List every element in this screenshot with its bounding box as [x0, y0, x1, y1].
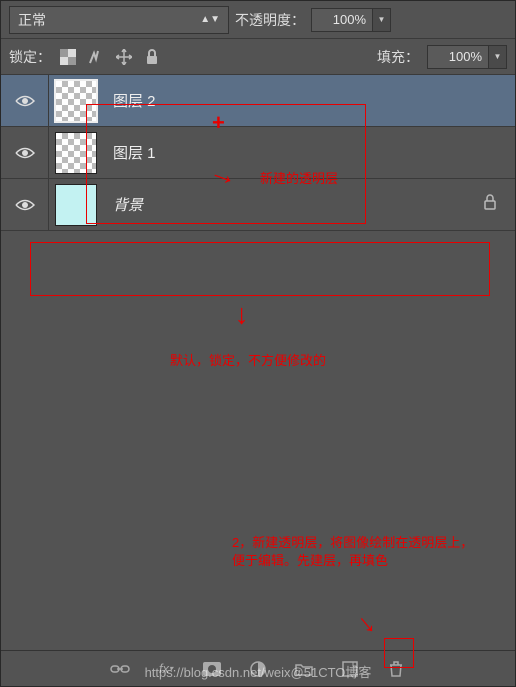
blend-mode-value: 正常 — [18, 10, 46, 30]
layers-panel: 正常 ▲▼ 不透明度： 100% ▼ 锁定： 填充： 100 — [0, 0, 516, 687]
lock-label: 锁定： — [9, 47, 51, 67]
lock-icon — [483, 194, 497, 215]
layer-name[interactable]: 图层 2 — [113, 90, 515, 111]
fill-field[interactable]: 100% ▼ — [427, 45, 507, 69]
adjustment-layer-icon[interactable] — [247, 658, 269, 680]
delete-layer-icon[interactable] — [385, 658, 407, 680]
blend-mode-select[interactable]: 正常 ▲▼ — [9, 6, 229, 34]
layer-row[interactable]: 图层 1 — [1, 127, 515, 179]
fx-icon[interactable]: fx ▾ — [155, 658, 177, 680]
layer-name[interactable]: 背景 — [113, 194, 483, 215]
lock-icons — [59, 48, 161, 66]
chevron-down-icon[interactable]: ▼ — [489, 45, 507, 69]
fill-label: 填充： — [377, 47, 419, 67]
eye-icon — [15, 94, 35, 108]
lock-fill-row: 锁定： 填充： 100% ▼ — [1, 39, 515, 75]
new-layer-icon[interactable] — [339, 658, 361, 680]
updown-icon: ▲▼ — [200, 14, 220, 25]
layer-row[interactable]: 背景 — [1, 179, 515, 231]
lock-all-icon[interactable] — [143, 48, 161, 66]
group-icon[interactable] — [293, 658, 315, 680]
layer-thumbnail[interactable] — [55, 80, 97, 122]
layers-list: 图层 2 图层 1 背景 — [1, 75, 515, 650]
visibility-toggle[interactable] — [1, 179, 49, 230]
eye-icon — [15, 198, 35, 212]
visibility-toggle[interactable] — [1, 75, 49, 126]
fill-value[interactable]: 100% — [427, 45, 489, 69]
link-layers-icon[interactable] — [109, 658, 131, 680]
eye-icon — [15, 146, 35, 160]
blend-opacity-row: 正常 ▲▼ 不透明度： 100% ▼ — [1, 1, 515, 39]
chevron-down-icon[interactable]: ▼ — [373, 8, 391, 32]
opacity-value[interactable]: 100% — [311, 8, 373, 32]
lock-position-icon[interactable] — [115, 48, 133, 66]
bottom-toolbar: fx ▾ — [1, 650, 515, 686]
layer-row[interactable]: 图层 2 — [1, 75, 515, 127]
visibility-toggle[interactable] — [1, 127, 49, 178]
layer-name[interactable]: 图层 1 — [113, 142, 515, 163]
layer-thumbnail[interactable] — [55, 132, 97, 174]
opacity-label: 不透明度： — [235, 10, 305, 30]
lock-transparent-icon[interactable] — [59, 48, 77, 66]
plus-mark: + — [212, 110, 225, 136]
layer-thumbnail[interactable] — [55, 184, 97, 226]
lock-pixels-icon[interactable] — [87, 48, 105, 66]
mask-icon[interactable] — [201, 658, 223, 680]
opacity-field[interactable]: 100% ▼ — [311, 8, 391, 32]
